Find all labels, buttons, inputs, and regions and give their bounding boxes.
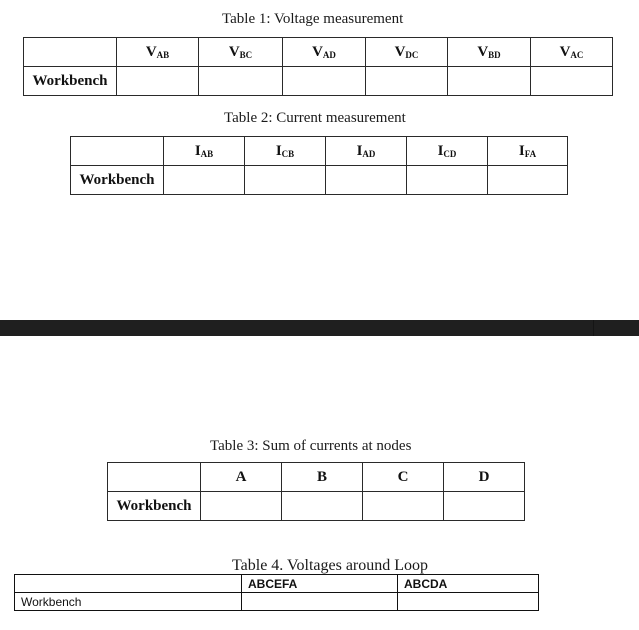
header-cell-node-c: C [362, 462, 444, 492]
header-cell-node-d: D [443, 462, 525, 492]
value-cell-ifa[interactable] [487, 165, 568, 195]
value-cell-icd[interactable] [406, 165, 488, 195]
sum-of-currents-table: A B C D Workbench [107, 462, 525, 521]
header-cell-vdc: VDC [365, 37, 448, 67]
value-cell-vac[interactable] [530, 66, 613, 96]
table-2-caption: Table 2: Current measurement [224, 110, 406, 126]
current-measurement-table: IAB ICB IAD ICD IFA Workbench [70, 136, 568, 195]
table-1-caption: Table 1: Voltage measurement [222, 11, 404, 27]
header-cell-vab: VAB [116, 37, 199, 67]
corner-cell [107, 462, 201, 492]
table-row: Workbench [107, 491, 525, 521]
row-label-workbench: Workbench [23, 66, 117, 96]
voltage-measurement-table: VAB VBC VAD VDC VBD VAC Workbench [23, 37, 613, 96]
corner-cell [70, 136, 164, 166]
table-4-caption: Table 4. Voltages around Loop [232, 557, 429, 574]
table-3-caption: Table 3: Sum of currents at nodes [210, 438, 412, 454]
value-cell-node-d[interactable] [443, 491, 525, 521]
value-cell-node-c[interactable] [362, 491, 444, 521]
page-separator-bar [0, 320, 639, 336]
row-label-workbench: Workbench [70, 165, 164, 195]
table-row: Workbench [14, 592, 539, 611]
table-row: Workbench [23, 66, 613, 96]
value-cell-icb[interactable] [244, 165, 326, 195]
corner-cell [23, 37, 117, 67]
voltages-around-loop-table: ABCEFA ABCDA Workbench [14, 574, 539, 611]
row-label-workbench: Workbench [14, 592, 242, 611]
value-cell-vad[interactable] [282, 66, 366, 96]
header-cell-loop-abcda: ABCDA [397, 574, 539, 593]
corner-cell [14, 574, 242, 593]
value-cell-vbd[interactable] [447, 66, 531, 96]
header-cell-vbd: VBD [447, 37, 531, 67]
value-cell-vdc[interactable] [365, 66, 448, 96]
header-cell-iad: IAD [325, 136, 407, 166]
header-cell-node-a: A [200, 462, 282, 492]
value-cell-loop-abcefa[interactable] [241, 592, 398, 611]
value-cell-vbc[interactable] [198, 66, 283, 96]
value-cell-vab[interactable] [116, 66, 199, 96]
header-cell-loop-abcefa: ABCEFA [241, 574, 398, 593]
value-cell-iad[interactable] [325, 165, 407, 195]
header-cell-vac: VAC [530, 37, 613, 67]
value-cell-node-b[interactable] [281, 491, 363, 521]
table-row: Workbench [70, 165, 568, 195]
value-cell-loop-abcda[interactable] [397, 592, 539, 611]
value-cell-iab[interactable] [163, 165, 245, 195]
header-cell-ifa: IFA [487, 136, 568, 166]
header-cell-node-b: B [281, 462, 363, 492]
header-cell-vad: VAD [282, 37, 366, 67]
value-cell-node-a[interactable] [200, 491, 282, 521]
row-label-workbench: Workbench [107, 491, 201, 521]
header-cell-iab: IAB [163, 136, 245, 166]
header-cell-icd: ICD [406, 136, 488, 166]
header-cell-vbc: VBC [198, 37, 283, 67]
header-cell-icb: ICB [244, 136, 326, 166]
separator-divider [593, 320, 594, 336]
